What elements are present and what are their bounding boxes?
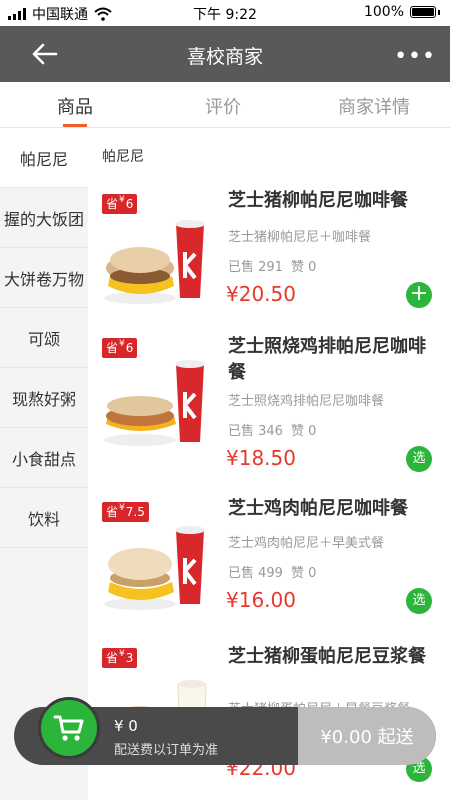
product-stats: 已售 291 赞 0 — [228, 256, 324, 275]
product-desc: 芝士鸡肉帕尼尼＋早美式餐 — [228, 536, 385, 551]
battery-label: 100% — [363, 4, 404, 20]
navbar: 喜校商家 ••• — [0, 26, 450, 82]
product-stats: 已售 499 赞 0 — [228, 562, 324, 581]
product-name: 芝士猪柳蛋帕尼尼豆浆餐 — [228, 646, 426, 667]
active-tab-indicator — [63, 124, 87, 127]
tab-products[interactable]: 商品 — [57, 93, 93, 119]
product-item[interactable]: 省¥6 芝士猪柳帕尼尼咖啡餐 芝士猪柳帕尼尼＋咖啡餐 已售 291 赞 0 ¥20… — [88, 186, 450, 326]
product-item[interactable]: 省¥7.5 芝士鸡肉帕尼尼咖啡餐 芝士鸡肉帕尼尼＋早美式餐 已售 499 赞 0 … — [88, 490, 450, 630]
sidebar-item-snacks[interactable]: 小食甜点 — [0, 428, 88, 488]
product-image — [100, 508, 216, 620]
product-desc: 芝士照烧鸡排帕尼尼咖啡餐 — [228, 394, 385, 409]
select-spec-button[interactable]: 选 — [406, 446, 432, 472]
like-count: 赞 0 — [290, 424, 317, 439]
sidebar-item-panini[interactable]: 帕尼尼 — [0, 128, 88, 188]
more-icon[interactable]: ••• — [394, 44, 436, 69]
tab-reviews[interactable]: 评价 — [205, 93, 241, 119]
like-count: 赞 0 — [290, 566, 317, 581]
sidebar-item-porridge[interactable]: 现熬好粥 — [0, 368, 88, 428]
product-item[interactable]: 省¥6 芝士照烧鸡排帕尼尼咖啡餐 芝士照烧鸡排帕尼尼咖啡餐 已售 346 赞 0 … — [88, 328, 450, 478]
product-price: ¥18.50 — [226, 446, 296, 470]
shopping-cart-icon[interactable] — [38, 697, 100, 759]
battery-icon — [410, 6, 436, 18]
cart-amount: ¥ 0 — [114, 717, 138, 735]
product-stats: 已售 346 赞 0 — [228, 420, 324, 439]
page-title: 喜校商家 — [186, 46, 263, 68]
discount-badge: 省¥6 — [102, 194, 138, 214]
discount-badge: 省¥6 — [102, 338, 138, 358]
sold-count: 已售 291 — [228, 260, 283, 275]
product-price: ¥16.00 — [226, 588, 296, 612]
select-spec-button[interactable]: 选 — [406, 588, 432, 614]
like-count: 赞 0 — [290, 260, 317, 275]
discount-badge: 省¥7.5 — [102, 502, 149, 522]
sold-count: 已售 346 — [228, 424, 283, 439]
sold-count: 已售 499 — [228, 566, 283, 581]
delivery-fee-note: 配送费以订单为准 — [114, 743, 219, 758]
add-to-cart-button[interactable]: + — [406, 282, 432, 308]
discount-badge: 省¥3 — [102, 648, 138, 668]
product-name: 芝士猪柳帕尼尼咖啡餐 — [228, 190, 408, 211]
sidebar-item-wraps[interactable]: 大饼卷万物 — [0, 248, 88, 308]
product-list: 帕尼尼 省¥6 芝士猪柳帕尼尼咖啡餐 芝士猪柳帕尼尼＋咖啡餐 已售 291 赞 0… — [88, 128, 450, 800]
category-title: 帕尼尼 — [102, 149, 144, 165]
status-bar: 中国联通 下午 9:22 100% — [0, 0, 450, 26]
sidebar-item-drinks[interactable]: 饮料 — [0, 488, 88, 548]
product-image — [100, 202, 216, 314]
product-desc: 芝士猪柳帕尼尼＋咖啡餐 — [228, 230, 372, 245]
product-image — [100, 346, 216, 458]
battery-cap — [438, 9, 440, 15]
product-name: 芝士照烧鸡排帕尼尼咖啡餐 — [228, 336, 426, 383]
sidebar-item-rice-ball[interactable]: 握的大饭团 — [0, 188, 88, 248]
sidebar-item-croissant[interactable]: 可颂 — [0, 308, 88, 368]
checkout-button[interactable]: ¥0.00 起送 — [298, 707, 436, 765]
product-name: 芝士鸡肉帕尼尼咖啡餐 — [228, 498, 408, 519]
tab-bar: 商品 评价 商家详情 — [0, 82, 450, 128]
tab-merchant-details[interactable]: 商家详情 — [338, 93, 410, 119]
product-price: ¥20.50 — [226, 282, 296, 306]
status-right: 100% — [364, 4, 440, 20]
